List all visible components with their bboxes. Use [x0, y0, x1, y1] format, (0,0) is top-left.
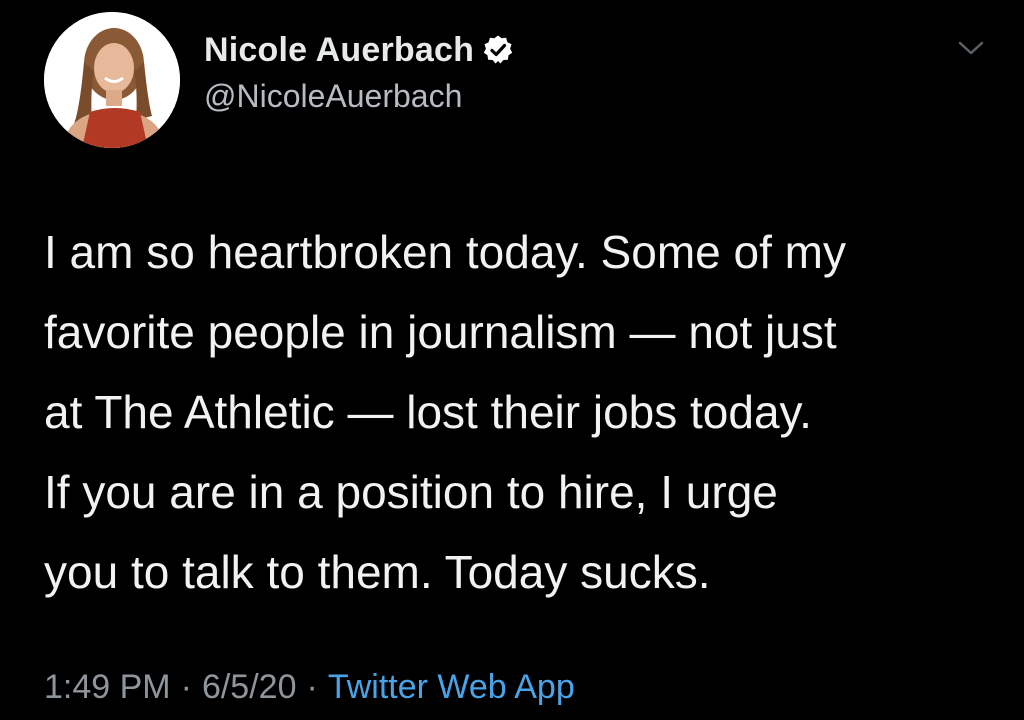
chevron-down-icon[interactable]: [956, 36, 986, 60]
tweet-card: Nicole Auerbach @NicoleAuerbach I am so …: [0, 0, 1024, 720]
avatar-photo: [44, 12, 180, 148]
author-name-row[interactable]: Nicole Auerbach: [204, 28, 514, 72]
avatar[interactable]: [44, 12, 180, 148]
display-name[interactable]: Nicole Auerbach: [204, 31, 474, 70]
tweet-date[interactable]: 6/5/20: [202, 668, 297, 707]
tweet-source-link[interactable]: Twitter Web App: [328, 668, 575, 707]
separator-dot: ·: [180, 668, 192, 706]
tweet-metadata: 1:49 PM · 6/5/20 · Twitter Web App: [44, 668, 575, 707]
separator-dot: ·: [306, 668, 318, 706]
verified-badge-icon: [483, 35, 513, 64]
tweet-time[interactable]: 1:49 PM: [44, 668, 171, 707]
tweet-text: I am so heartbroken today. Some of my fa…: [44, 226, 846, 598]
user-handle[interactable]: @NicoleAuerbach: [204, 78, 462, 115]
